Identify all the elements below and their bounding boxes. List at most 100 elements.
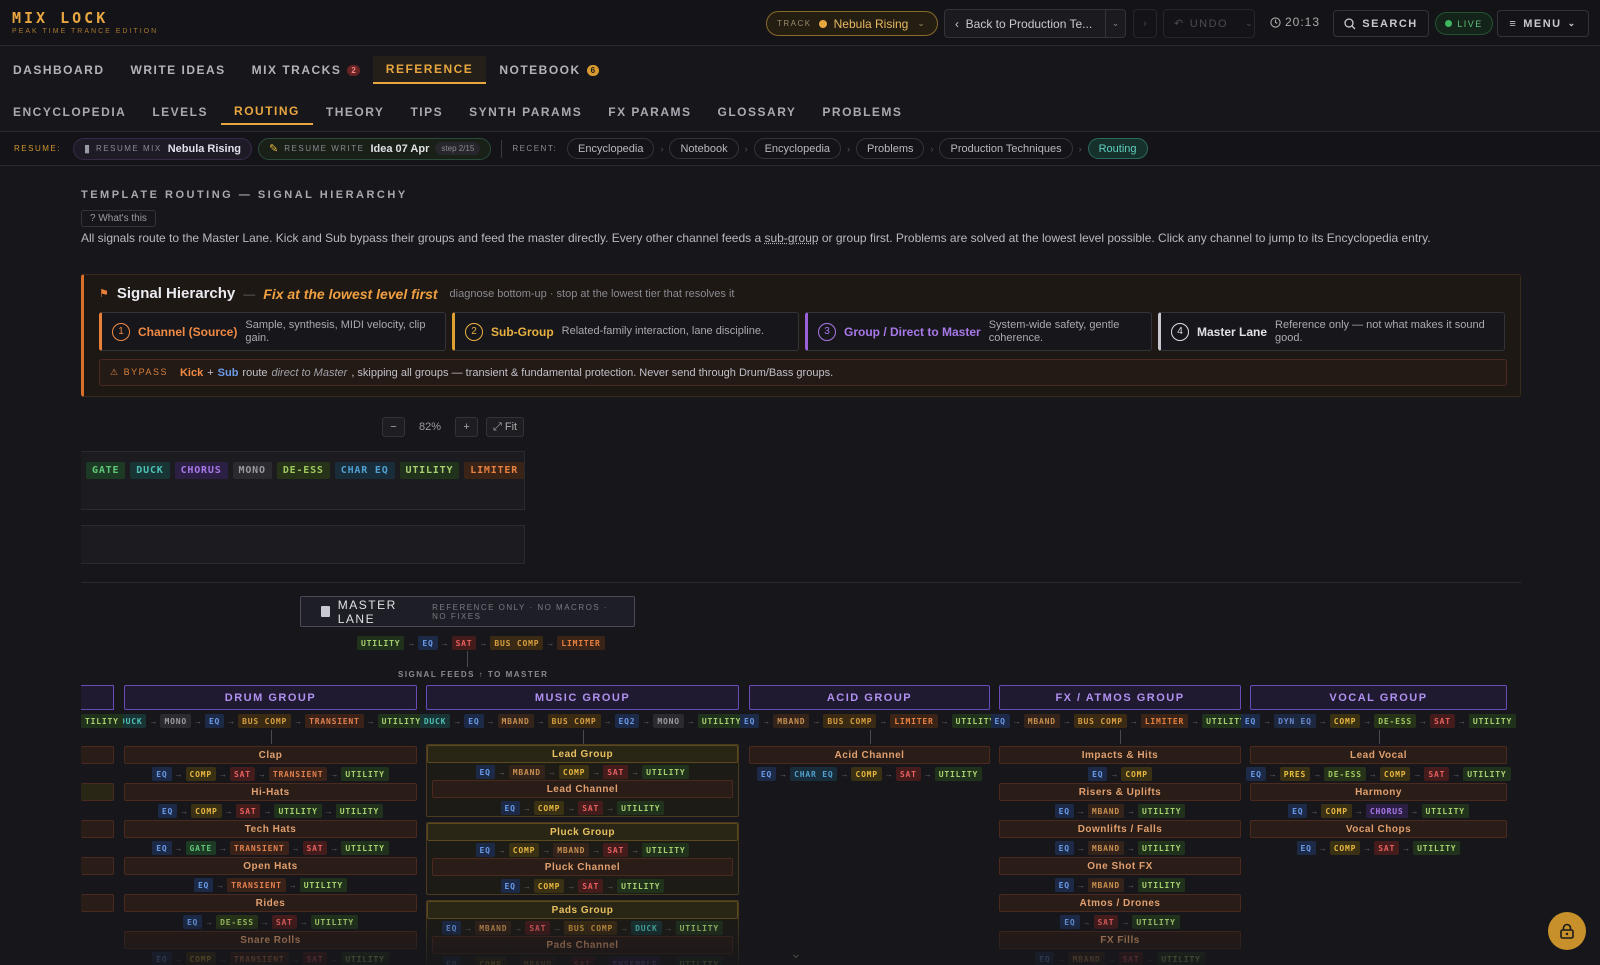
tier-channel[interactable]: 1 Channel (Source) Sample, synthesis, MI…: [99, 312, 446, 351]
plugin-chip[interactable]: MBAND: [519, 957, 556, 965]
zoom-out-button[interactable]: −: [382, 417, 405, 437]
channel-node[interactable]: Acid Channel: [749, 746, 990, 764]
plugin-chip[interactable]: LIMITER: [557, 636, 605, 650]
plugin-chip[interactable]: CHORUS: [1365, 804, 1408, 818]
channel-node[interactable]: Open Hats: [124, 857, 417, 875]
plugin-chip[interactable]: UTILITY: [675, 921, 723, 935]
plugin-chip[interactable]: UTILITY: [934, 767, 983, 781]
partial-channel-node[interactable]: [81, 820, 114, 838]
channel-node[interactable]: Risers & Uplifts: [999, 783, 1241, 801]
plugin-chip[interactable]: SAT: [235, 804, 261, 818]
plugin-chip[interactable]: EQ: [182, 915, 203, 929]
zoom-fit-button[interactable]: ⤢ Fit: [486, 417, 525, 437]
plugin-chip[interactable]: MBAND: [1068, 952, 1105, 965]
plugin-chip[interactable]: MONO: [160, 714, 191, 728]
plugin-chip[interactable]: ENSEMBLE: [608, 957, 662, 965]
tab-notebook[interactable]: NOTEBOOK 6: [486, 56, 612, 84]
plugin-chip[interactable]: EQ: [1035, 952, 1055, 965]
plugin-chip[interactable]: EQ2: [614, 714, 640, 728]
plugin-chip[interactable]: UTILITY: [617, 801, 665, 815]
plugin-chip[interactable]: UTILITY: [335, 804, 384, 818]
plugin-chip[interactable]: MBAND: [508, 765, 545, 779]
channel-node[interactable]: Snare Rolls: [124, 931, 417, 949]
subtab-fx-params[interactable]: FX PARAMS: [595, 99, 704, 125]
tab-reference[interactable]: REFERENCE: [372, 56, 487, 84]
plugin-chip[interactable]: BUS COMP: [547, 714, 601, 728]
plugin-chip[interactable]: MBAND: [773, 714, 810, 728]
plugin-chip[interactable]: EQ: [152, 767, 172, 781]
macro-chip[interactable]: DUCK: [130, 462, 170, 479]
plugin-chip[interactable]: MBAND: [1087, 804, 1124, 818]
plugin-chip[interactable]: SAT: [271, 915, 297, 929]
plugin-chip[interactable]: EQ: [740, 714, 760, 728]
resume-mix-pill[interactable]: ▮ RESUME MIX Nebula Rising: [72, 137, 253, 160]
plugin-chip[interactable]: COMP: [475, 957, 506, 965]
plugin-chip[interactable]: UTILITY: [299, 878, 348, 892]
plugin-chip[interactable]: TRANSIENT: [305, 714, 364, 728]
macro-chip[interactable]: MONO: [232, 462, 272, 479]
subtab-levels[interactable]: LEVELS: [139, 99, 221, 125]
plugin-chip[interactable]: BUS COMP: [490, 636, 544, 650]
plugin-chip[interactable]: DYN EQ: [1274, 714, 1316, 728]
plugin-chip[interactable]: SAT: [1374, 841, 1400, 855]
track-selector[interactable]: TRACK Nebula Rising ⌄: [766, 11, 938, 36]
plugin-chip[interactable]: LIMITER: [1140, 714, 1189, 728]
plugin-chip[interactable]: SAT: [525, 921, 551, 935]
plugin-chip[interactable]: COMP: [533, 801, 565, 815]
plugin-chip[interactable]: COMP: [1329, 714, 1361, 728]
plugin-chip[interactable]: EQ: [475, 843, 495, 857]
recent-crumb[interactable]: Production Techniques: [939, 138, 1073, 159]
plugin-chip[interactable]: COMP: [1329, 841, 1361, 855]
plugin-chip[interactable]: UTILITY: [617, 879, 665, 893]
recent-crumb[interactable]: Encyclopedia: [753, 138, 842, 159]
plugin-chip[interactable]: EQ: [1054, 804, 1074, 818]
subgroup-node[interactable]: Pads Group: [427, 901, 738, 919]
plugin-chip[interactable]: UTILITY: [675, 957, 723, 965]
plugin-chip[interactable]: SAT: [895, 767, 921, 781]
plugin-chip[interactable]: EQ: [1054, 878, 1074, 892]
group-header[interactable]: ACID GROUP: [749, 685, 990, 710]
plugin-chip[interactable]: DE-ESS: [1324, 767, 1366, 781]
plugin-chip[interactable]: MBAND: [475, 921, 512, 935]
plugin-chip[interactable]: SAT: [1429, 714, 1455, 728]
subtab-routing[interactable]: ROUTING: [221, 99, 313, 125]
plugin-chip[interactable]: UTILITY: [1468, 714, 1517, 728]
plugin-chip[interactable]: COMP: [533, 879, 565, 893]
channel-node[interactable]: One Shot FX: [999, 857, 1241, 875]
tier-sub-group[interactable]: 2 Sub-Group Related-family interaction, …: [452, 312, 799, 351]
plugin-chip[interactable]: UTILITY: [341, 767, 389, 781]
channel-node[interactable]: FX Fills: [999, 931, 1241, 949]
plugin-chip[interactable]: EQ: [442, 957, 462, 965]
plugin-chip[interactable]: COMP: [851, 767, 882, 781]
plugin-chip[interactable]: SAT: [302, 952, 328, 965]
plugin-chip[interactable]: CHAR EQ: [790, 767, 838, 781]
plugin-chip[interactable]: TRANSIENT: [229, 841, 289, 855]
plugin-chip[interactable]: GATE: [185, 841, 216, 855]
macro-chip[interactable]: GATE: [86, 462, 126, 479]
plugin-chip[interactable]: UTILITY: [1413, 841, 1461, 855]
macro-chip[interactable]: CHAR EQ: [334, 462, 395, 479]
recent-crumb[interactable]: Problems: [856, 138, 925, 159]
plugin-chip[interactable]: EQ: [442, 921, 462, 935]
plugin-chip[interactable]: SAT: [1118, 952, 1144, 965]
whats-this-button[interactable]: ? What's this: [81, 210, 156, 227]
channel-node[interactable]: Harmony: [1250, 783, 1507, 801]
tab-write-ideas[interactable]: WRITE IDEAS: [118, 56, 239, 84]
search-button[interactable]: SEARCH: [1333, 10, 1429, 37]
plugin-chip[interactable]: EQ: [756, 767, 777, 781]
plugin-chip[interactable]: EQ: [990, 714, 1010, 728]
plugin-chip[interactable]: UTILITY: [1138, 878, 1186, 892]
plugin-chip[interactable]: EQ: [157, 804, 178, 818]
plugin-chip[interactable]: SAT: [229, 767, 255, 781]
plugin-chip[interactable]: UTILITY: [341, 952, 389, 965]
plugin-chip[interactable]: SAT: [1424, 767, 1450, 781]
plugin-chip[interactable]: UTILITY: [1463, 767, 1511, 781]
plugin-chip[interactable]: TILITY: [81, 714, 123, 728]
channel-node[interactable]: Clap: [124, 746, 417, 764]
plugin-chip[interactable]: BUS COMP: [823, 714, 877, 728]
plugin-chip[interactable]: UTILITY: [341, 841, 389, 855]
plugin-chip[interactable]: MBAND: [1023, 714, 1060, 728]
sub-group-term-link[interactable]: sub-group: [765, 231, 819, 245]
plugin-chip[interactable]: BUS COMP: [1073, 714, 1127, 728]
plugin-chip[interactable]: EQ: [464, 714, 484, 728]
